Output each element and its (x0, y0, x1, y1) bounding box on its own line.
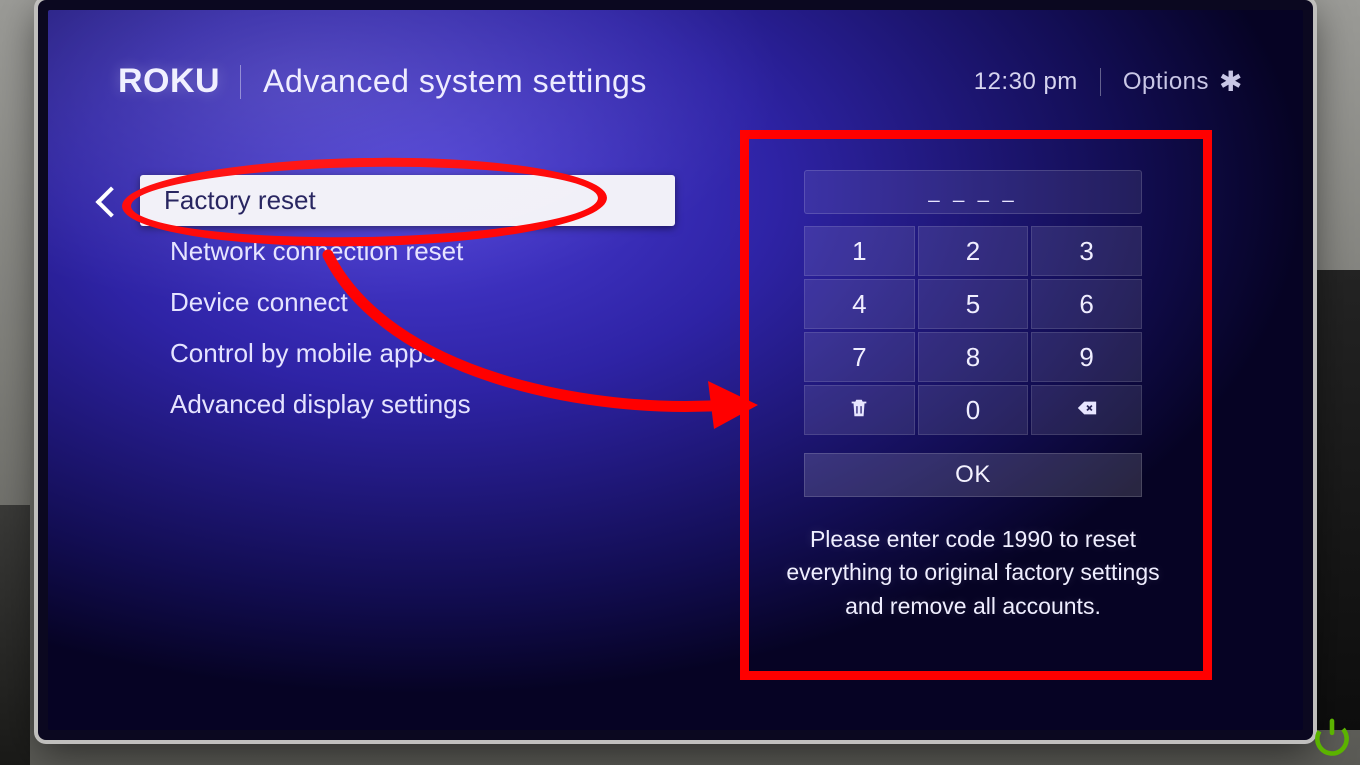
trash-icon (848, 395, 870, 426)
backspace-icon (1076, 395, 1098, 426)
asterisk-icon: ✱ (1219, 68, 1243, 96)
menu-item-control-mobile-apps[interactable]: Control by mobile apps (140, 328, 675, 379)
ok-button[interactable]: OK (804, 453, 1142, 497)
chevron-left-icon[interactable] (95, 186, 126, 217)
key-7[interactable]: 7 (804, 332, 915, 382)
key-1[interactable]: 1 (804, 226, 915, 276)
roku-logo: ROKU (118, 62, 220, 101)
tv-frame: ROKU Advanced system settings 12:30 pm O… (38, 0, 1313, 740)
key-2[interactable]: 2 (918, 226, 1029, 276)
key-6[interactable]: 6 (1031, 279, 1142, 329)
header-divider (240, 65, 241, 99)
numeric-keypad: 1 2 3 4 5 6 7 8 9 0 (804, 226, 1142, 435)
key-5[interactable]: 5 (918, 279, 1029, 329)
tv-bezel: ROKU Advanced system settings 12:30 pm O… (48, 10, 1303, 730)
header-divider-right (1100, 68, 1101, 96)
options-button[interactable]: Options ✱ (1123, 68, 1243, 96)
key-4[interactable]: 4 (804, 279, 915, 329)
key-9[interactable]: 9 (1031, 332, 1142, 382)
menu-item-device-connect[interactable]: Device connect (140, 277, 675, 328)
room-object-left (0, 505, 30, 765)
key-backspace[interactable] (1031, 385, 1142, 435)
options-label: Options (1123, 68, 1209, 96)
instruction-text: Please enter code 1990 to reset everythi… (763, 523, 1183, 623)
key-3[interactable]: 3 (1031, 226, 1142, 276)
menu-item-advanced-display[interactable]: Advanced display settings (140, 379, 675, 430)
settings-menu: Factory reset Network connection reset D… (110, 175, 675, 430)
key-trash[interactable] (804, 385, 915, 435)
menu-item-network-reset[interactable]: Network connection reset (140, 226, 675, 277)
page-title: Advanced system settings (263, 63, 647, 100)
menu-item-factory-reset[interactable]: Factory reset (140, 175, 675, 226)
header-bar: ROKU Advanced system settings 12:30 pm O… (48, 62, 1303, 101)
power-watermark-icon (1310, 715, 1354, 759)
pin-display: _ _ _ _ (804, 170, 1142, 214)
key-8[interactable]: 8 (918, 332, 1029, 382)
clock: 12:30 pm (974, 68, 1078, 96)
key-0[interactable]: 0 (918, 385, 1029, 435)
pin-entry-panel: _ _ _ _ 1 2 3 4 5 6 7 8 9 0 (763, 170, 1183, 623)
roku-screen: ROKU Advanced system settings 12:30 pm O… (48, 10, 1303, 730)
